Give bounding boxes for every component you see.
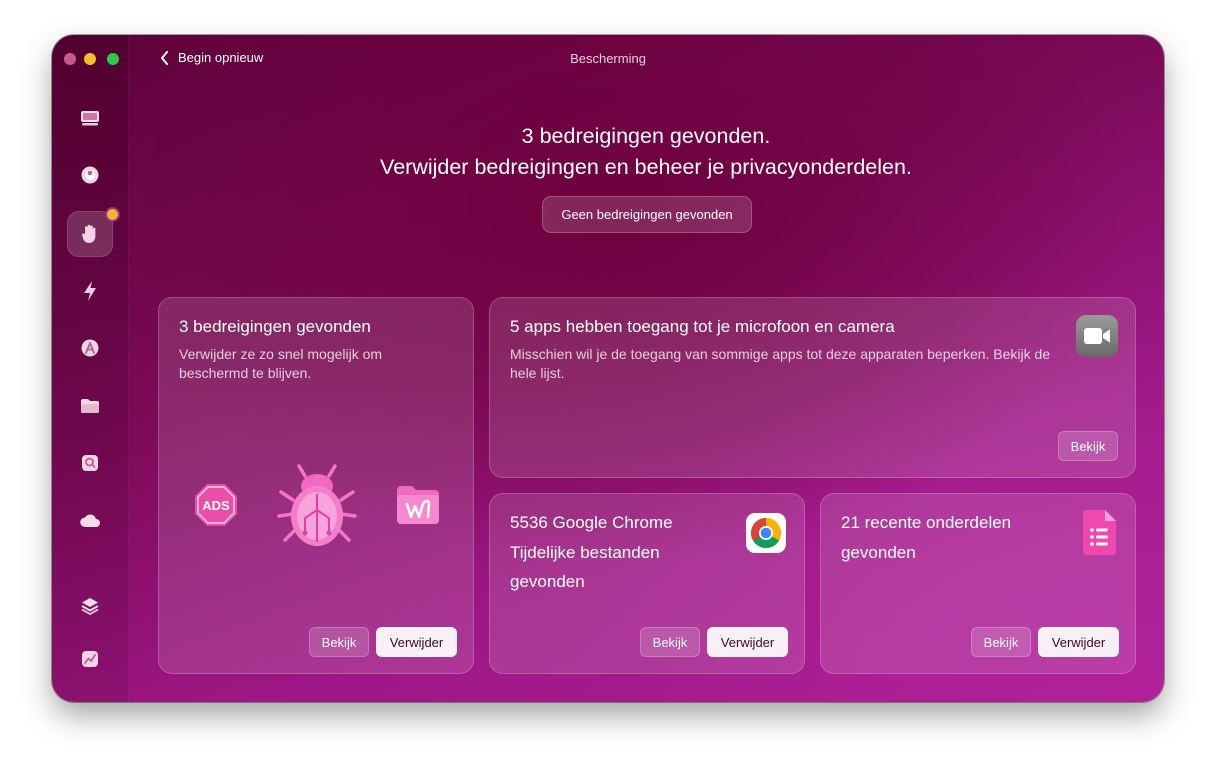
facetime-icon <box>1075 314 1119 358</box>
app-window: Begin opnieuw Bescherming 3 bedreigingen… <box>52 35 1164 702</box>
apps-icon[interactable] <box>78 336 102 360</box>
threats-view-button[interactable]: Bekijk <box>309 627 369 657</box>
threats-card: 3 bedreigingen gevonden Verwijder ze zo … <box>158 297 474 674</box>
ads-label: ADS <box>202 498 230 513</box>
folder-icon[interactable] <box>78 394 102 418</box>
chrome-files-card: 5536 Google Chrome Tijdelijke bestanden … <box>489 493 805 674</box>
threats-card-title: 3 bedreigingen gevonden <box>179 317 371 336</box>
monitor-icon[interactable] <box>78 106 102 130</box>
chrome-remove-button[interactable]: Verwijder <box>707 627 788 657</box>
malware-folder-icon <box>395 484 441 526</box>
status-pill[interactable]: Geen bedreigingen gevonden <box>542 196 752 233</box>
mic-camera-view-button[interactable]: Bekijk <box>1058 431 1118 461</box>
layers-icon[interactable] <box>78 594 102 618</box>
protection-badge <box>105 207 120 222</box>
headline-line-1: 3 bedreigingen gevonden. <box>521 124 771 148</box>
mic-camera-card-title: 5 apps hebben toegang tot je microfoon e… <box>510 317 895 336</box>
bug-icon <box>275 462 359 548</box>
chrome-view-button[interactable]: Bekijk <box>640 627 700 657</box>
threats-remove-button[interactable]: Verwijder <box>376 627 457 657</box>
chart-icon[interactable] <box>78 647 102 671</box>
disc-icon[interactable] <box>78 163 102 187</box>
headline: 3 bedreigingen gevonden. Verwijder bedre… <box>128 121 1164 183</box>
recent-items-list-icon <box>1079 509 1119 557</box>
window-title: Bescherming <box>570 51 646 66</box>
sidebar <box>52 35 129 702</box>
recent-items-card-title: 21 recente onderdelen gevonden <box>841 513 1012 562</box>
recent-items-card: 21 recente onderdelen gevonden Bekijk Ve… <box>820 493 1136 674</box>
magnifier-icon[interactable] <box>78 451 102 475</box>
threats-card-description: Verwijder ze zo snel mogelijk om bescher… <box>179 346 383 381</box>
chrome-icon <box>746 513 786 553</box>
hand-icon[interactable] <box>78 222 102 246</box>
headline-line-2: Verwijder bedreigingen en beheer je priv… <box>380 155 912 179</box>
cloud-icon[interactable] <box>78 509 102 533</box>
ads-stop-icon: ADS <box>193 482 239 528</box>
mic-camera-card: 5 apps hebben toegang tot je microfoon e… <box>489 297 1136 478</box>
lightning-icon[interactable] <box>78 279 102 303</box>
recent-view-button[interactable]: Bekijk <box>971 627 1031 657</box>
mic-camera-card-description: Misschien wil je de toegang van sommige … <box>510 346 1051 381</box>
recent-remove-button[interactable]: Verwijder <box>1038 627 1119 657</box>
chrome-files-card-title: 5536 Google Chrome Tijdelijke bestanden … <box>510 513 673 591</box>
